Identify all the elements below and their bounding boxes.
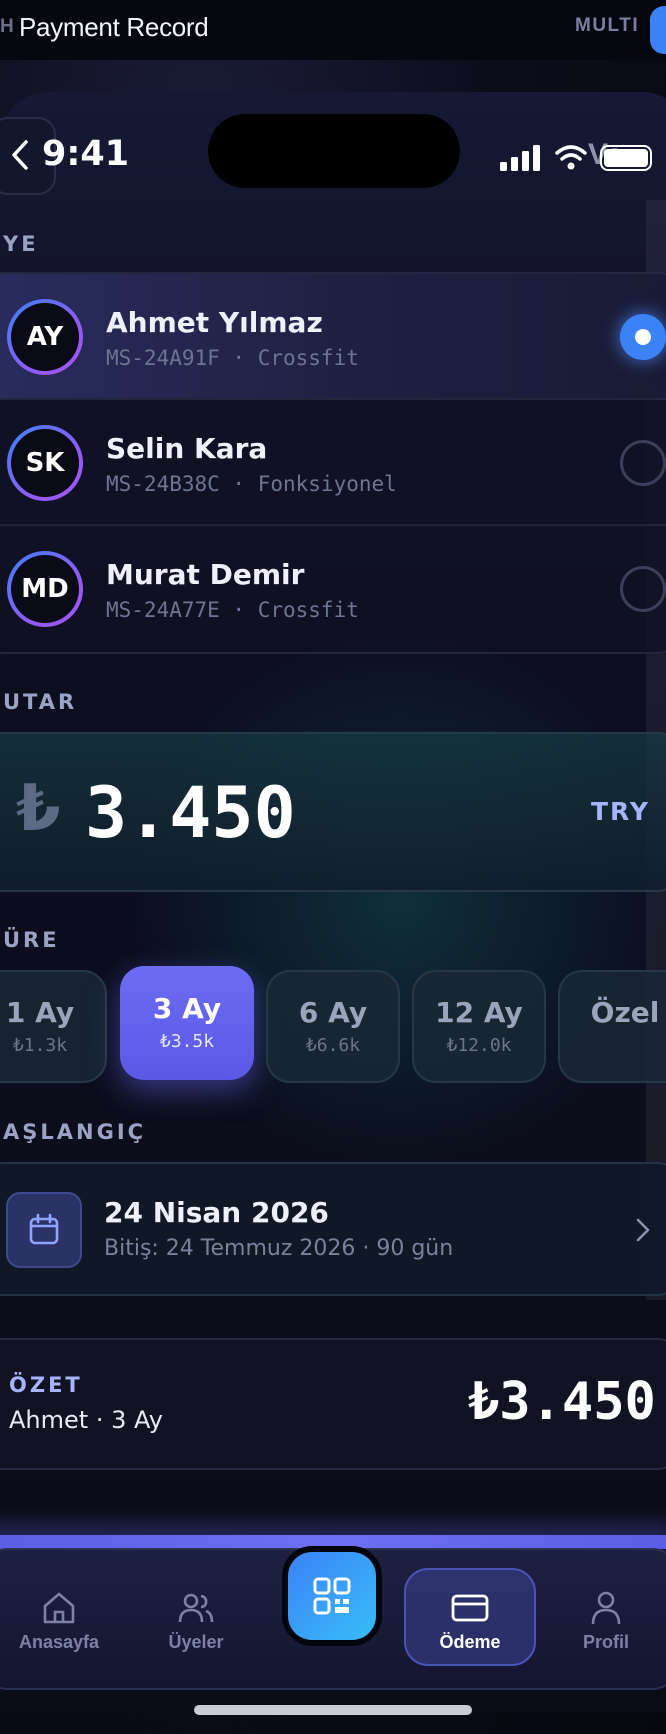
tab-anasayfa[interactable]: Anasayfa xyxy=(0,1588,124,1660)
page-title: Payment Record xyxy=(19,12,209,42)
qr-scan-button[interactable] xyxy=(282,1546,382,1646)
calendar-icon xyxy=(29,1213,59,1245)
avatar-initials: MD xyxy=(11,555,79,623)
avatar: SK xyxy=(7,425,83,501)
duration-chip-price: ₺1.3k xyxy=(12,1035,68,1056)
start-section-label: AŞLANGIÇ xyxy=(3,1120,147,1144)
amount-value[interactable]: 3.450 xyxy=(85,772,296,854)
member-radio[interactable] xyxy=(620,566,666,612)
tab-label: Üyeler xyxy=(168,1632,224,1652)
tab-uyeler[interactable]: Üyeler xyxy=(131,1588,261,1660)
amount-section-label: UTAR xyxy=(3,690,78,714)
wifi-icon xyxy=(555,145,587,170)
duration-chip[interactable]: 12 Ay ₺12.0k xyxy=(412,970,546,1083)
chevron-right-icon[interactable] xyxy=(634,1216,652,1244)
tab-profil[interactable]: Profil xyxy=(541,1588,666,1660)
duration-chip[interactable]: 6 Ay ₺6.6k xyxy=(266,970,400,1083)
avatar: MD xyxy=(7,551,83,627)
duration-chip-price: ₺12.0k xyxy=(446,1035,512,1056)
member-row[interactable]: AY Ahmet Yılmaz MS-24A91F · Crossfit xyxy=(0,274,666,400)
card-icon xyxy=(451,1594,489,1622)
duration-chip-label: 12 Ay xyxy=(435,996,523,1029)
summary-label: ÖZET xyxy=(9,1373,83,1397)
member-row[interactable]: MD Murat Demir MS-24A77E · Crossfit xyxy=(0,526,666,652)
avatar-initials: SK xyxy=(11,429,79,497)
tab-label: Anasayfa xyxy=(18,1632,100,1652)
member-subtitle: MS-24A77E · Crossfit xyxy=(106,598,359,622)
members-section-label: YE xyxy=(3,232,39,256)
multi-label: MULTI xyxy=(575,15,640,36)
member-subtitle: MS-24A91F · Crossfit xyxy=(106,346,359,370)
status-time: 9:41 xyxy=(42,134,130,174)
tab-label: Ödeme xyxy=(439,1632,501,1652)
users-icon xyxy=(178,1593,214,1623)
duration-chip-active[interactable]: 3 Ay ₺3.5k xyxy=(120,966,254,1080)
duration-chip-label: 3 Ay xyxy=(152,992,222,1025)
member-radio-selected[interactable] xyxy=(620,314,666,360)
member-row[interactable]: SK Selin Kara MS-24B38C · Fonksiyonel xyxy=(0,400,666,526)
person-icon xyxy=(591,1591,621,1625)
member-name: Ahmet Yılmaz xyxy=(106,306,323,339)
member-list: AY Ahmet Yılmaz MS-24A91F · Crossfit SK … xyxy=(0,272,666,654)
start-date-picker[interactable] xyxy=(0,1162,666,1296)
member-name: Selin Kara xyxy=(106,432,268,465)
summary-total: ₺3.450 xyxy=(468,1372,656,1432)
end-date-info: Bitiş: 24 Temmuz 2026 · 90 gün xyxy=(104,1236,454,1261)
top-right-pill-button[interactable] xyxy=(650,6,666,54)
duration-chip-label: 6 Ay xyxy=(298,996,368,1029)
duration-chip[interactable]: 1 Ay ₺1.3k xyxy=(0,970,107,1083)
duration-chip[interactable]: Özel xyxy=(558,970,666,1083)
qr-code-icon xyxy=(313,1577,351,1615)
tab-odeme[interactable]: Ödeme xyxy=(405,1588,535,1660)
member-name: Murat Demir xyxy=(106,558,305,591)
start-date: 24 Nisan 2026 xyxy=(104,1196,329,1229)
home-indicator[interactable] xyxy=(194,1705,472,1715)
currency-code[interactable]: TRY xyxy=(591,797,650,826)
signal-icon xyxy=(500,145,540,171)
battery-icon xyxy=(600,145,652,171)
avatar: AY xyxy=(7,299,83,375)
dynamic-island xyxy=(208,114,460,188)
member-radio[interactable] xyxy=(620,440,666,486)
avatar-initials: AY xyxy=(11,303,79,371)
duration-section-label: ÜRE xyxy=(3,928,60,952)
calendar-icon-box xyxy=(6,1192,82,1268)
member-subtitle: MS-24B38C · Fonksiyonel xyxy=(106,472,397,496)
duration-chip-price: ₺3.5k xyxy=(159,1031,215,1052)
duration-chip-label: Özel xyxy=(590,996,660,1029)
home-icon xyxy=(43,1592,75,1624)
currency-symbol: ₺ xyxy=(16,772,61,846)
top-left-fragment: H xyxy=(0,16,14,37)
chevron-left-icon[interactable] xyxy=(8,138,32,172)
duration-chip-price: ₺6.6k xyxy=(305,1035,361,1056)
summary-description: Ahmet · 3 Ay xyxy=(9,1406,163,1434)
duration-chip-label: 1 Ay xyxy=(5,996,75,1029)
tab-label: Profil xyxy=(582,1632,629,1652)
